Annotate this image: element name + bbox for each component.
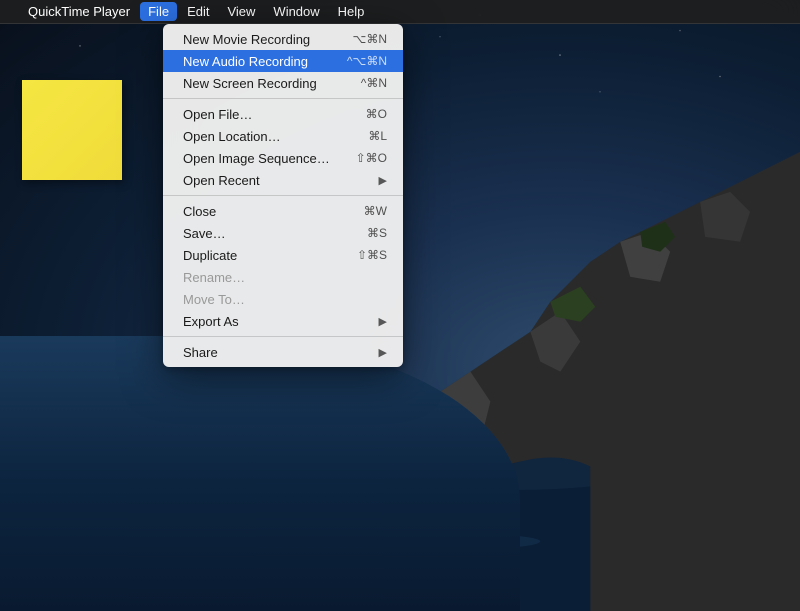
menu-separator-1 xyxy=(163,98,403,99)
menu-item-label: Open File… xyxy=(183,107,252,122)
menu-item-shortcut: ^⌥⌘N xyxy=(347,54,387,68)
menu-item-shortcut: ⌘L xyxy=(368,129,387,143)
menu-move-to: Move To… xyxy=(163,288,403,310)
menu-duplicate[interactable]: Duplicate ⇧⌘S xyxy=(163,244,403,266)
menu-new-movie-recording[interactable]: New Movie Recording ⌥⌘N xyxy=(163,28,403,50)
menubar-help[interactable]: Help xyxy=(330,2,373,21)
menu-item-label: Open Recent xyxy=(183,173,260,188)
menu-save[interactable]: Save… ⌘S xyxy=(163,222,403,244)
menu-item-label: Move To… xyxy=(183,292,245,307)
menu-open-location[interactable]: Open Location… ⌘L xyxy=(163,125,403,147)
menu-item-label: New Movie Recording xyxy=(183,32,310,47)
menu-item-shortcut: ⌘W xyxy=(364,204,387,218)
menu-item-label: Share xyxy=(183,345,218,360)
menubar-view[interactable]: View xyxy=(219,2,263,21)
menubar-window[interactable]: Window xyxy=(265,2,327,21)
menu-item-shortcut: ⌥⌘N xyxy=(353,32,388,46)
menu-open-recent[interactable]: Open Recent ▶ xyxy=(163,169,403,191)
menu-item-label: New Screen Recording xyxy=(183,76,317,91)
menu-new-screen-recording[interactable]: New Screen Recording ^⌘N xyxy=(163,72,403,94)
menu-item-shortcut: ⇧⌘O xyxy=(356,151,387,165)
menu-open-file[interactable]: Open File… ⌘O xyxy=(163,103,403,125)
sticky-note xyxy=(22,80,122,180)
menu-separator-2 xyxy=(163,195,403,196)
menu-item-shortcut: ⇧⌘S xyxy=(357,248,387,262)
menubar-quicktime[interactable]: QuickTime Player xyxy=(20,2,138,21)
menubar-items: QuickTime Player File Edit View Window H… xyxy=(20,2,372,21)
menu-item-label: Save… xyxy=(183,226,226,241)
menu-item-shortcut: ⌘S xyxy=(367,226,387,240)
menu-close[interactable]: Close ⌘W xyxy=(163,200,403,222)
menubar: QuickTime Player File Edit View Window H… xyxy=(0,0,800,24)
menu-item-label: Export As xyxy=(183,314,239,329)
menu-item-shortcut: ⌘O xyxy=(366,107,387,121)
menu-item-label: Duplicate xyxy=(183,248,237,263)
file-dropdown-menu: New Movie Recording ⌥⌘N New Audio Record… xyxy=(163,24,403,367)
menu-item-label: New Audio Recording xyxy=(183,54,308,69)
menu-rename: Rename… xyxy=(163,266,403,288)
menu-share[interactable]: Share ▶ xyxy=(163,341,403,363)
menubar-file[interactable]: File xyxy=(140,2,177,21)
menu-item-label: Close xyxy=(183,204,216,219)
menu-new-audio-recording[interactable]: New Audio Recording ^⌥⌘N xyxy=(163,50,403,72)
submenu-arrow-icon: ▶ xyxy=(379,346,387,359)
submenu-arrow-icon: ▶ xyxy=(379,174,387,187)
submenu-arrow-icon: ▶ xyxy=(379,315,387,328)
menu-export-as[interactable]: Export As ▶ xyxy=(163,310,403,332)
menubar-edit[interactable]: Edit xyxy=(179,2,217,21)
menu-separator-3 xyxy=(163,336,403,337)
menu-item-label: Open Location… xyxy=(183,129,281,144)
menu-item-label: Rename… xyxy=(183,270,245,285)
menu-item-label: Open Image Sequence… xyxy=(183,151,330,166)
menu-open-image-sequence[interactable]: Open Image Sequence… ⇧⌘O xyxy=(163,147,403,169)
menu-item-shortcut: ^⌘N xyxy=(361,76,387,90)
